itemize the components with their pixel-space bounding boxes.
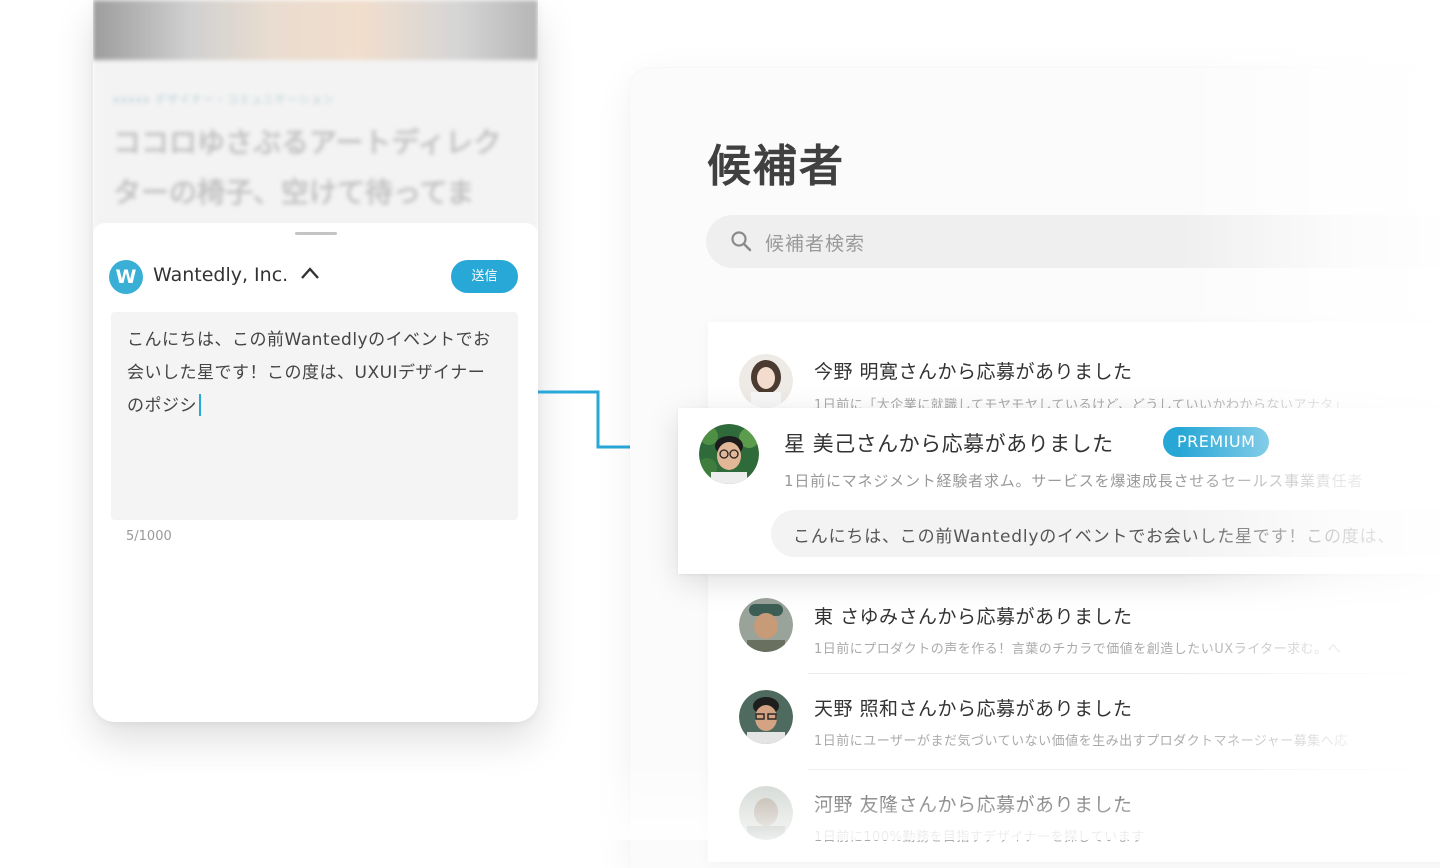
avatar [739, 690, 793, 744]
candidate-name: 東 さゆみさんから応募がありました [814, 606, 1133, 628]
avatar [739, 786, 793, 840]
avatar [739, 598, 793, 652]
search-icon [731, 231, 752, 252]
premium-badge: PREMIUM [1163, 427, 1270, 457]
list-item[interactable]: 今野 明寛さんから応募がありました 1日前に「大企業に就職してモヤモヤしているけ… [708, 322, 1440, 418]
highlighted-candidate[interactable]: 星 美己さんから応募がありました PREMIUM 1日前にマネジメント経験者求ム… [678, 408, 1440, 574]
candidate-name: 河野 友隆さんから応募がありました [814, 794, 1133, 816]
candidate-name: 天野 照和さんから応募がありました [814, 698, 1133, 720]
page-title: 候補者 [707, 141, 845, 192]
list-item[interactable]: 東 さゆみさんから応募がありました 1日前にプロダクトの声を作る！言葉のチカラで… [708, 578, 1440, 674]
search-input[interactable]: 候補者検索 [706, 215, 1440, 268]
candidate-subtitle: 1日前にマネジメント経験者求ム。サービスを爆速成長させるセールス事業責任者 [784, 472, 1364, 490]
list-item[interactable]: 天野 照和さんから応募がありました 1日前にユーザーがまだ気づいていない価値を生… [708, 674, 1440, 770]
candidate-name: 今野 明寛さんから応募がありました [814, 361, 1133, 383]
candidate-subtitle: 1日前に100%勤務を目指すデザイナーを探しています [814, 830, 1145, 845]
message-preview: こんにちは、この前Wantedlyのイベントでお会いした星です！この度は、 [771, 510, 1440, 557]
candidate-subtitle: 1日前にユーザーがまだ気づいていない価値を生み出すプロダクトマネージャー募集へ応 [814, 734, 1348, 749]
search-placeholder: 候補者検索 [765, 233, 866, 255]
message-preview-text: こんにちは、この前Wantedlyのイベントでお会いした星です！この度は、 [793, 527, 1396, 547]
avatar [739, 354, 793, 408]
candidate-subtitle: 1日前にプロダクトの声を作る！言葉のチカラで価値を創造したいUXライター求む。へ [814, 642, 1342, 657]
candidate-name: 星 美己さんから応募がありました [784, 432, 1114, 456]
list-item[interactable]: 河野 友隆さんから応募がありました 1日前に100%勤務を目指すデザイナーを探し… [708, 770, 1440, 866]
avatar [699, 424, 759, 484]
candidate-list: 今野 明寛さんから応募がありました 1日前に「大企業に就職してモヤモヤしているけ… [708, 322, 1440, 862]
